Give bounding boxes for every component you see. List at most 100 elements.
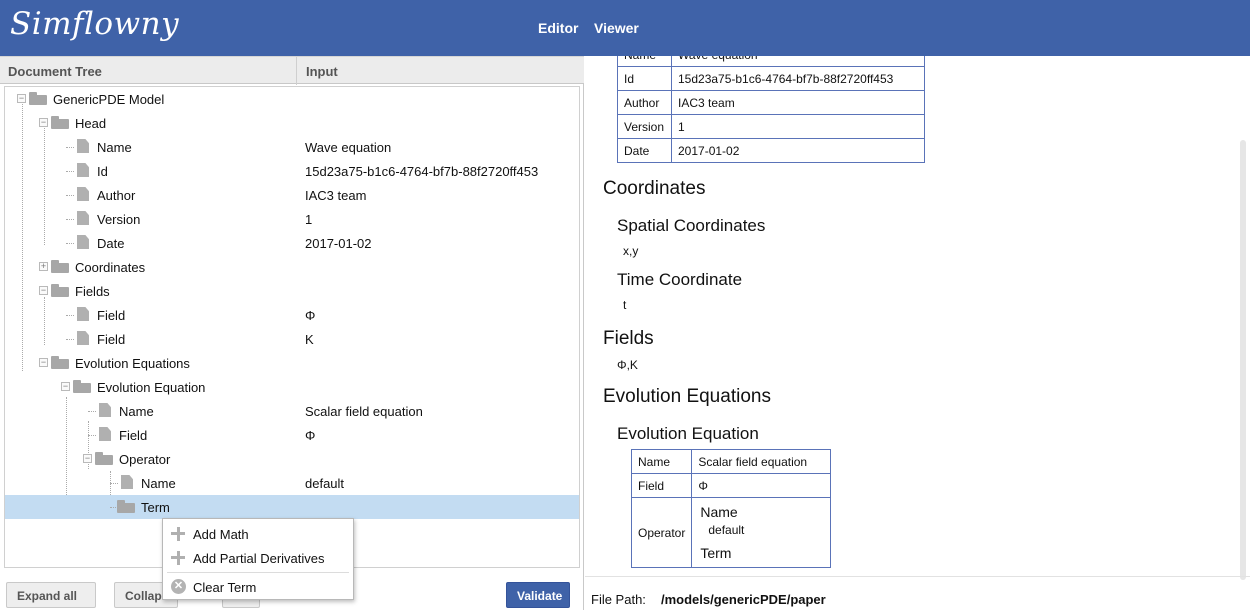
tree-node-term[interactable]: Term [5,495,579,519]
folder-icon [51,356,69,369]
app-logo[interactable]: Simflowny [10,6,179,42]
document-icon [77,235,89,249]
tree-node-date[interactable]: Date 2017-01-02 [5,231,579,255]
tree-node-name[interactable]: Name Scalar field equation [5,399,579,423]
validate-button[interactable]: Validate [506,582,570,608]
node-value[interactable]: default [305,476,344,491]
node-value[interactable]: K [305,332,314,347]
collapse-toggle-icon[interactable]: − [61,382,70,391]
collapse-toggle-icon[interactable]: − [83,454,92,463]
folder-icon [95,452,113,465]
tree-node-author[interactable]: Author IAC3 team [5,183,579,207]
tree-node-operator[interactable]: − Operator [5,447,579,471]
folder-icon [51,284,69,297]
operator-name-label: Name [700,504,738,520]
document-icon [77,331,89,345]
file-path-label: File Path: [591,592,646,607]
document-icon [77,163,89,177]
operator-name-value: default [708,523,745,537]
tree-node-name[interactable]: Name Wave equation [5,135,579,159]
table-row: Date 2017-01-02 [617,138,925,163]
node-label: Field [97,308,126,323]
node-label: Term [141,500,170,515]
menu-label: Add Partial Derivatives [193,551,325,566]
col-input: Input [306,64,338,79]
table-row: NameWave equation [617,56,925,67]
equation-table: Name Scalar field equation Field Φ Operato… [630,449,831,568]
document-icon [77,187,89,201]
section-spatial-coordinates: Spatial Coordinates [617,216,766,235]
document-icon [77,211,89,225]
tree-node-head[interactable]: − Head [5,111,579,135]
file-path-bar: File Path: /models/genericPDE/paper [585,576,1250,610]
column-divider[interactable] [296,57,297,85]
node-label: Coordinates [75,260,146,275]
expand-all-button[interactable]: Expand all [6,582,96,608]
menu-label: Clear Term [193,580,257,595]
tree-node-coordinates[interactable]: + Coordinates [5,255,579,279]
folder-icon [29,92,47,105]
collapse-toggle-icon[interactable]: − [39,286,48,295]
node-label: Name [97,140,132,155]
collapse-toggle-icon[interactable]: − [39,118,48,127]
menu-separator [167,572,349,573]
section-fields: Fields [603,328,654,349]
tree-node-genericpde-model[interactable]: − GenericPDE Model [5,87,579,111]
node-label: Field [97,332,126,347]
node-label: Name [119,404,154,419]
node-value[interactable]: Φ [305,428,315,443]
node-value[interactable]: Wave equation [305,140,391,155]
section-coordinates: Coordinates [603,178,706,199]
viewer-scrollbar[interactable] [1240,140,1246,580]
tree-header: Document Tree Input [0,56,584,85]
table-row: Author IAC3 team [617,90,925,115]
node-value[interactable]: 15d23a75-b1c6-4764-bf7b-88f2720ff453 [305,164,538,179]
node-value[interactable]: 1 [305,212,312,227]
nav-viewer[interactable]: Viewer [594,20,639,36]
document-icon [77,307,89,321]
menu-item-add-partial-derivatives[interactable]: Add Partial Derivatives [163,546,353,570]
node-value[interactable]: Scalar field equation [305,404,423,419]
head-table: NameWave equation Id15d23a75-b1c6-4764-b… [617,56,925,163]
node-label: Date [97,236,125,251]
tree-node-id[interactable]: Id 15d23a75-b1c6-4764-bf7b-88f2720ff453 [5,159,579,183]
node-label: Version [97,212,141,227]
collapse-toggle-icon[interactable]: − [17,94,26,103]
node-label: Fields [75,284,110,299]
tree-node-field[interactable]: Field K [5,327,579,351]
menu-item-add-math[interactable]: Add Math [163,522,353,546]
tree-node-name[interactable]: Name default [5,471,579,495]
folder-icon [51,116,69,129]
document-icon [121,475,133,489]
node-label: Head [75,116,107,131]
node-label: Name [141,476,176,491]
menu-item-clear-term[interactable]: ✕ Clear Term [163,575,353,599]
menu-label: Add Math [193,527,249,542]
node-label: Author [97,188,136,203]
node-value[interactable]: IAC3 team [305,188,366,203]
spatial-value: x,y [623,244,639,258]
node-label: Evolution Equation [97,380,206,395]
tree-node-field[interactable]: Field Φ [5,303,579,327]
folder-icon [51,260,69,273]
node-value[interactable]: Φ [305,308,315,323]
node-label: GenericPDE Model [53,92,165,107]
node-value[interactable]: 2017-01-02 [305,236,372,251]
clear-icon: ✕ [171,579,186,594]
nav-editor[interactable]: Editor [538,20,578,36]
table-row: Id 15d23a75-b1c6-4764-bf7b-88f2720ff453 [617,66,925,91]
expand-toggle-icon[interactable]: + [39,262,48,271]
tree-node-version[interactable]: Version 1 [5,207,579,231]
tree-node-field[interactable]: Field Φ [5,423,579,447]
plus-icon [171,527,185,541]
collapse-toggle-icon[interactable]: − [39,358,48,367]
tree-node-fields[interactable]: − Fields [5,279,579,303]
fields-value: Φ,K [617,358,638,372]
folder-icon [117,500,135,513]
tree-node-evolution-equation[interactable]: − Evolution Equation [5,375,579,399]
document-icon [99,403,111,417]
table-row: Name Scalar field equation [630,449,831,474]
tree-node-evolution-equations[interactable]: − Evolution Equations [5,351,579,375]
viewer-panel: NameWave equation Id15d23a75-b1c6-4764-b… [585,56,1250,576]
folder-icon [73,380,91,393]
